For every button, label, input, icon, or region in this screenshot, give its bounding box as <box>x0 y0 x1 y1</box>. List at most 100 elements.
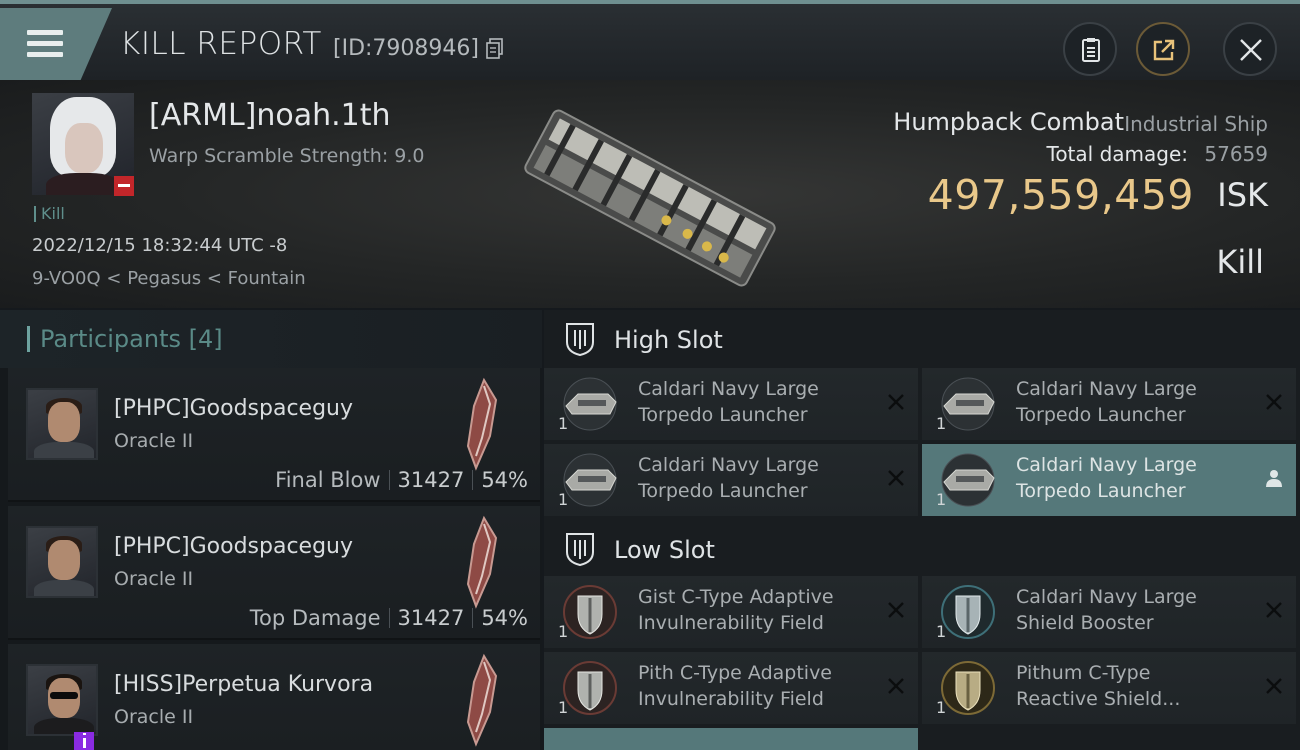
participant-avatar[interactable] <box>26 664 98 736</box>
shield-booster-icon <box>941 585 995 639</box>
participant-stats: Top Damage 31427 54% <box>250 606 528 630</box>
clipboard-button[interactable] <box>1063 22 1117 76</box>
participant-percent: 54% <box>481 606 528 630</box>
role-badge <box>74 732 94 750</box>
module-item[interactable]: 1 Pithum C-Type Reactive Shield... <box>922 652 1296 724</box>
kill-id: [ID:7908946] <box>333 36 479 61</box>
participant-avatar[interactable] <box>26 526 98 598</box>
total-damage-label: Total damage: <box>1046 142 1189 166</box>
module-item[interactable]: 1 Caldari Navy Large Shield Booster <box>922 576 1296 648</box>
module-item[interactable]: 1 Gist C-Type Adaptive Invulnerability Fi… <box>544 576 918 648</box>
participant-name[interactable]: [HISS]Perpetua Kurvora <box>114 672 373 697</box>
torpedo-launcher-icon <box>941 453 995 507</box>
kill-location[interactable]: 9-VO0Q < Pegasus < Fountain <box>32 268 306 289</box>
destroyed-x-icon <box>1266 602 1282 618</box>
isk-unit: ISK <box>1217 176 1268 214</box>
high-slot-icon <box>566 323 594 356</box>
module-name: Pith C-Type Adaptive Invulnerability Fiel… <box>638 660 868 712</box>
module-name: Gist C-Type Adaptive Invulnerability Fiel… <box>638 584 868 636</box>
module-quantity: 1 <box>936 698 947 717</box>
destroyed-x-icon <box>888 470 904 486</box>
module-name: Pithum C-Type Reactive Shield... <box>1016 660 1246 712</box>
participant-damage: 31427 <box>397 468 465 492</box>
module-name-line: Caldari Navy Large <box>1016 586 1197 608</box>
module-name: Caldari Navy Large Torpedo Launcher <box>638 452 868 504</box>
module-name-line: Caldari Navy Large <box>638 454 819 476</box>
participant-row[interactable]: [PHPC]Goodspaceguy Oracle II Final Blow 3… <box>8 368 540 502</box>
module-quantity: 1 <box>558 490 569 509</box>
destroyed-x-icon <box>888 678 904 694</box>
victim-name[interactable]: [ARML]noah.1th <box>149 98 391 133</box>
participant-ship: Oracle II <box>114 706 194 728</box>
isk-value: 497,559,459 <box>927 171 1194 219</box>
low-slot-header: Low Slot <box>544 520 1300 578</box>
destroyed-x-icon <box>1266 394 1282 410</box>
participant-row[interactable]: [HISS]Perpetua Kurvora Oracle II <box>8 644 540 750</box>
destroyed-x-icon <box>1266 678 1282 694</box>
torpedo-launcher-icon <box>563 377 617 431</box>
module-item-selected[interactable]: 1 Caldari Navy Large Torpedo Launcher <box>922 444 1296 516</box>
low-slot-icon <box>566 533 594 566</box>
module-name-line: Caldari Navy Large <box>1016 454 1197 476</box>
kill-result: Kill <box>1216 243 1264 281</box>
module-item[interactable]: 1 Caldari Navy Large Torpedo Launcher <box>922 368 1296 440</box>
module-item[interactable]: 1 Caldari Navy Large Torpedo Launcher <box>544 368 918 440</box>
close-icon <box>1240 39 1262 61</box>
total-damage-value: 57659 <box>1204 142 1268 166</box>
menu-button[interactable] <box>0 8 112 80</box>
module-item-partial[interactable] <box>544 728 918 750</box>
victim-ship-name[interactable]: Humpback Combat <box>893 108 1124 136</box>
share-button[interactable] <box>1136 22 1190 76</box>
fitting-panel: High Slot 1 Caldari Navy Large Torpedo La… <box>544 310 1300 750</box>
participant-percent: 54% <box>481 468 528 492</box>
title-bar: KILL REPORT [ID:7908946] <box>0 0 1300 80</box>
participant-name[interactable]: [PHPC]Goodspaceguy <box>114 534 353 559</box>
hostile-badge <box>114 176 134 196</box>
participant-ship-image <box>466 653 498 747</box>
module-name-line: Torpedo Launcher <box>1016 480 1186 502</box>
close-button[interactable] <box>1223 22 1277 76</box>
destroyed-x-icon <box>888 602 904 618</box>
module-name-line: Pith C-Type Adaptive <box>638 662 832 684</box>
participants-count: [4] <box>188 325 223 353</box>
module-name-line: Caldari Navy Large <box>638 378 819 400</box>
module-name-line: Pithum C-Type <box>1016 662 1151 684</box>
torpedo-launcher-icon <box>563 453 617 507</box>
module-name-line: Reactive Shield... <box>1016 688 1181 710</box>
clipboard-icon <box>1082 38 1100 62</box>
participant-damage: 31427 <box>397 606 465 630</box>
module-name-line: Invulnerability Field <box>638 688 824 710</box>
module-name-line: Torpedo Launcher <box>1016 404 1186 426</box>
participant-ship: Oracle II <box>114 430 194 452</box>
torpedo-launcher-icon <box>941 377 995 431</box>
copy-icon[interactable] <box>486 38 504 60</box>
participant-ship-image <box>466 377 498 471</box>
person-icon[interactable] <box>1264 468 1284 488</box>
module-item[interactable]: 1 Caldari Navy Large Torpedo Launcher <box>544 444 918 516</box>
low-slot-label: Low Slot <box>614 536 715 564</box>
participant-name[interactable]: [PHPC]Goodspaceguy <box>114 396 353 421</box>
invulnerability-field-icon <box>563 661 617 715</box>
module-quantity: 1 <box>558 414 569 433</box>
kill-tag: Kill <box>34 206 65 222</box>
participant-ship-image <box>466 515 498 609</box>
module-quantity: 1 <box>936 622 947 641</box>
high-slot-header: High Slot <box>544 310 1300 368</box>
participant-label: Final Blow <box>275 468 381 492</box>
participants-label: Participants <box>40 325 181 353</box>
page-title: KILL REPORT <box>120 26 322 62</box>
participant-avatar[interactable] <box>26 388 98 460</box>
module-item[interactable]: 1 Pith C-Type Adaptive Invulnerability Fi… <box>544 652 918 724</box>
participant-label: Top Damage <box>249 606 381 630</box>
victim-ship-class: Industrial Ship <box>1124 112 1268 136</box>
destroyed-x-icon <box>888 394 904 410</box>
high-slot-label: High Slot <box>614 326 723 354</box>
participant-row[interactable]: [PHPC]Goodspaceguy Oracle II Top Damage 3… <box>8 506 540 640</box>
kill-timestamp: 2022/12/15 18:32:44 UTC -8 <box>32 235 288 256</box>
module-name-line: Caldari Navy Large <box>1016 378 1197 400</box>
module-name-line: Shield Booster <box>1016 612 1154 634</box>
participants-header: Participants [4] <box>0 310 542 368</box>
invulnerability-field-icon <box>563 585 617 639</box>
module-quantity: 1 <box>936 490 947 509</box>
module-name: Caldari Navy Large Shield Booster <box>1016 584 1246 636</box>
